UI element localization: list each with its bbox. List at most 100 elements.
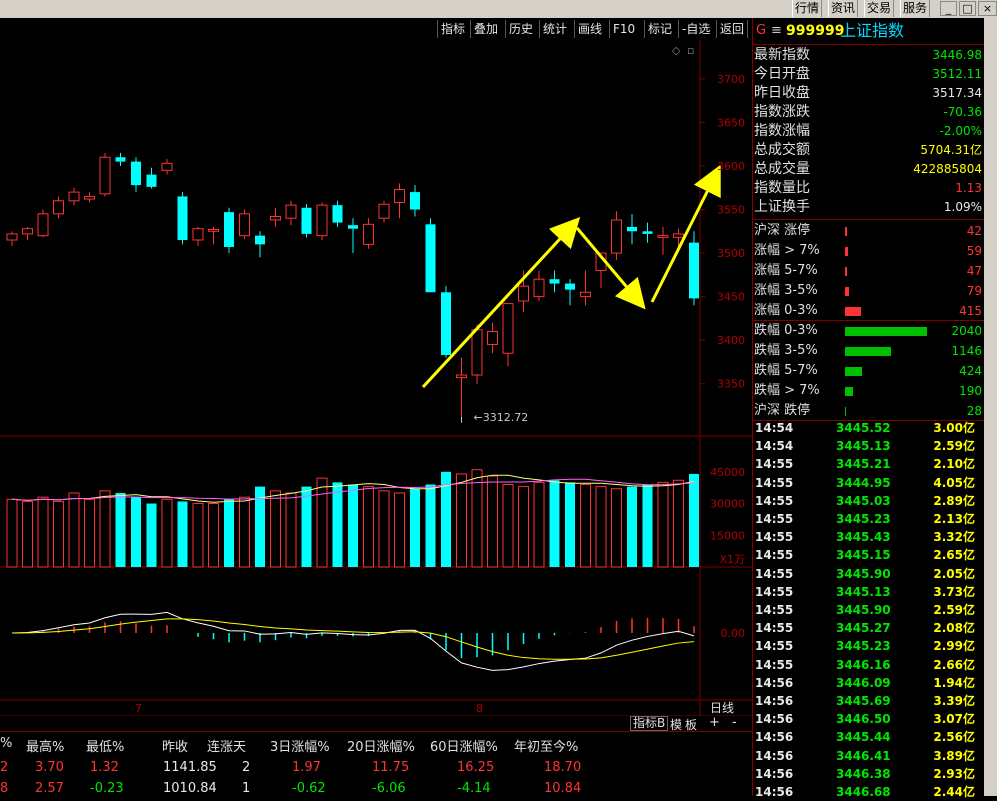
close-button[interactable]: × bbox=[978, 1, 997, 16]
breadth-bar bbox=[845, 227, 847, 236]
tab-indicator-b[interactable]: 指标B bbox=[630, 716, 669, 731]
volume-bar bbox=[146, 503, 157, 567]
volume-bar bbox=[394, 492, 405, 568]
breadth-row: 跌幅 > 7% 190 bbox=[753, 381, 985, 401]
col-header-20d[interactable]: 20日涨幅% bbox=[347, 736, 415, 755]
col-header-3d[interactable]: 3日涨幅% bbox=[270, 736, 330, 755]
right-side-strip[interactable] bbox=[984, 18, 997, 796]
col-header-ytd[interactable]: 年初至今% bbox=[514, 736, 578, 755]
tick-time: 14:56 bbox=[755, 730, 794, 745]
quote-value: 3517.34 bbox=[932, 86, 982, 100]
tick-amount: 2.89亿 bbox=[933, 493, 975, 508]
tick-amount: 3.89亿 bbox=[933, 748, 975, 763]
col-header-prev-close[interactable]: 昨收 bbox=[162, 736, 188, 755]
volume-bar bbox=[363, 486, 374, 568]
volume-bar bbox=[378, 490, 390, 568]
tick-price: 3445.13 bbox=[836, 439, 891, 454]
candlestick-chart[interactable]: 3700 3650 3600 3550 3500 3450 3400 3350 ◇ ▫ ←3312.… bbox=[0, 40, 752, 720]
col-header-pct[interactable]: % bbox=[0, 736, 12, 751]
tick-row: 14:55 3445.15 2.65亿 bbox=[754, 546, 981, 564]
quote-label: 昨日收盘 bbox=[754, 85, 810, 101]
breadth-label: 跌幅 > 7% bbox=[754, 383, 820, 398]
col-header-high[interactable]: 最高% bbox=[26, 736, 64, 755]
table-cell: 1141.85 bbox=[163, 760, 217, 775]
macd-zero-label: 0.00 bbox=[721, 627, 746, 640]
quote-label: 总成交额 bbox=[754, 142, 810, 158]
candle-body bbox=[410, 192, 420, 210]
candle-body bbox=[6, 233, 18, 241]
toolbar-mark[interactable]: 标记 bbox=[644, 20, 675, 38]
low-price-label: ←3312.72 bbox=[474, 411, 529, 424]
menu-service[interactable]: 服务 bbox=[900, 0, 931, 17]
quote-value: 1.09% bbox=[943, 200, 982, 214]
quote-panel: G ≡ 999999 上证指数 最新指数 3446.98 今日开盘 3512.11 昨日… bbox=[752, 18, 985, 799]
volume-bar bbox=[518, 486, 529, 568]
breadth-bar bbox=[845, 387, 853, 396]
menu-icon[interactable]: ≡ bbox=[771, 18, 782, 44]
breadth-row: 跌幅 5-7% 424 bbox=[753, 361, 985, 381]
toolbar-indicator[interactable]: 指标 bbox=[437, 20, 468, 38]
breadth-value: 190 bbox=[959, 384, 982, 398]
zoom-in-button[interactable]: + bbox=[709, 715, 720, 730]
zoom-out-button[interactable]: - bbox=[732, 715, 737, 730]
tick-time: 14:56 bbox=[755, 766, 794, 781]
x-axis-label: 8 bbox=[476, 702, 483, 715]
expand-icon[interactable]: ▫ bbox=[687, 44, 694, 57]
breadth-label: 跌幅 3-5% bbox=[754, 343, 818, 358]
candle-body bbox=[301, 207, 312, 234]
stock-code: 999999 bbox=[786, 23, 845, 39]
breadth-value: 424 bbox=[959, 364, 982, 378]
tick-amount: 3.32亿 bbox=[933, 530, 975, 545]
candle-body bbox=[502, 303, 514, 354]
tick-row: 14:55 3445.21 2.10亿 bbox=[754, 455, 981, 473]
x-axis-label: 7 bbox=[135, 702, 142, 715]
candle-body bbox=[239, 213, 250, 237]
breadth-bar bbox=[845, 367, 862, 376]
toolbar-draw[interactable]: 画线 bbox=[574, 20, 605, 38]
col-header-low[interactable]: 最低% bbox=[86, 736, 124, 755]
tick-price: 3446.50 bbox=[836, 712, 891, 727]
volume-bar bbox=[6, 498, 18, 568]
breadth-label: 沪深 跌停 bbox=[754, 403, 811, 418]
menu-quotes[interactable]: 行情 bbox=[792, 0, 823, 17]
maximize-button[interactable]: □ bbox=[959, 1, 976, 16]
breadth-value: 79 bbox=[966, 284, 982, 298]
volume-bar bbox=[689, 473, 699, 567]
tick-row: 14:55 3446.16 2.66亿 bbox=[754, 656, 981, 674]
breadth-row: 跌幅 0-3% 2040 bbox=[753, 321, 985, 341]
candle-body bbox=[549, 279, 560, 284]
stock-name: 上证指数 bbox=[840, 21, 905, 40]
toolbar-watchlist[interactable]: -自选 bbox=[678, 20, 713, 38]
tick-amount: 2.05亿 bbox=[933, 566, 975, 581]
minimize-button[interactable]: _ bbox=[940, 1, 957, 16]
toolbar-stats[interactable]: 统计 bbox=[539, 20, 570, 38]
candle-body bbox=[84, 195, 95, 200]
period-label[interactable]: 日线 bbox=[710, 701, 734, 715]
col-header-up-days[interactable]: 连涨天 bbox=[207, 736, 246, 755]
candle-body bbox=[270, 215, 281, 221]
tick-amount: 2.44亿 bbox=[933, 785, 975, 799]
tick-time: 14:55 bbox=[755, 603, 794, 617]
table-cell: 3.70 bbox=[35, 760, 64, 775]
quote-header: G ≡ 999999 上证指数 bbox=[753, 18, 985, 45]
quote-row: 最新指数 3446.98 bbox=[753, 46, 985, 65]
candle-body bbox=[580, 291, 591, 298]
quote-label: 指数量比 bbox=[754, 180, 810, 196]
table-cell: 10.84 bbox=[544, 781, 582, 796]
menu-trade[interactable]: 交易 bbox=[864, 0, 895, 17]
candle-body bbox=[53, 200, 64, 215]
top-menu-bar: 行情 资讯 交易 服务 _ □ × bbox=[0, 0, 997, 18]
toolbar-history[interactable]: 历史 bbox=[505, 20, 536, 38]
tick-price: 3445.43 bbox=[836, 530, 891, 545]
toolbar-back[interactable]: 返回 bbox=[716, 20, 749, 38]
diamond-icon[interactable]: ◇ bbox=[672, 44, 681, 57]
volume-bar bbox=[425, 484, 436, 567]
menu-news[interactable]: 资讯 bbox=[828, 0, 859, 17]
volume-bar bbox=[673, 479, 684, 568]
breadth-value: 59 bbox=[966, 244, 982, 258]
toolbar-overlay[interactable]: 叠加 bbox=[470, 20, 501, 38]
candle-body bbox=[316, 204, 328, 237]
col-header-60d[interactable]: 60日涨幅% bbox=[430, 736, 498, 755]
toolbar-f10[interactable]: F10 bbox=[609, 20, 638, 38]
breadth-value: 28 bbox=[966, 404, 982, 418]
